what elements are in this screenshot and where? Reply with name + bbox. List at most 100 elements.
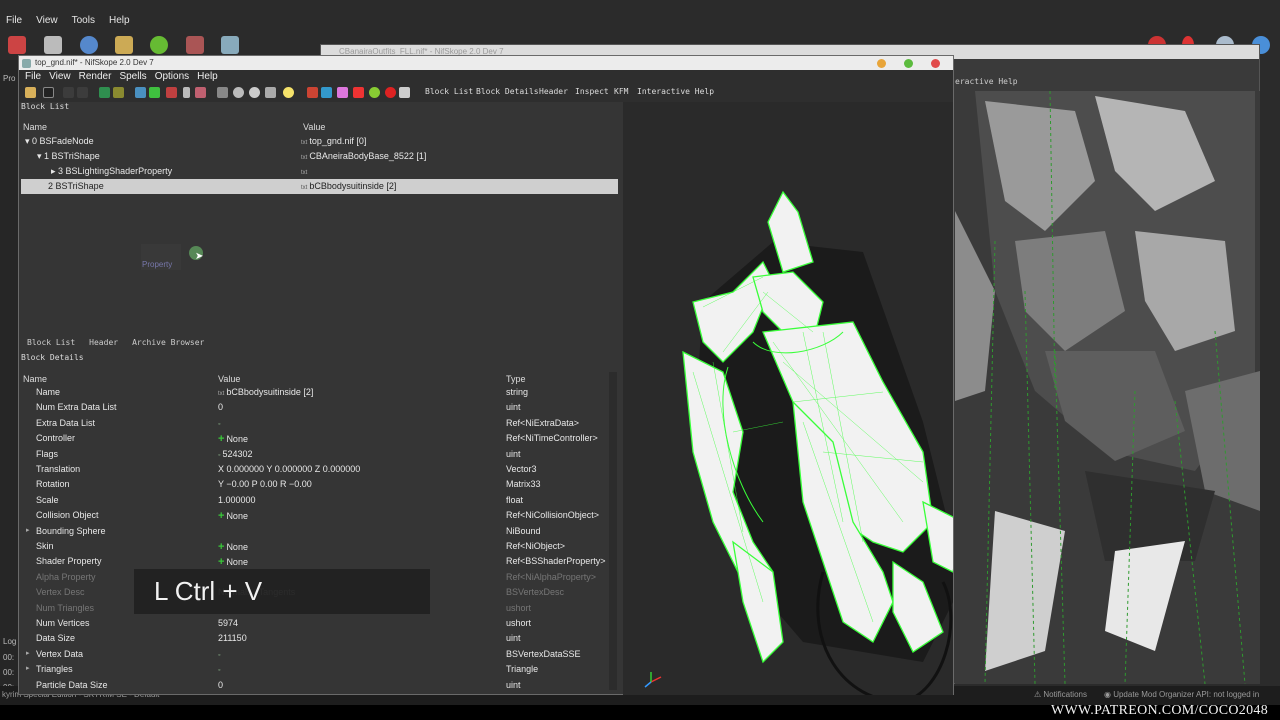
block-list-column-value[interactable]: Value — [303, 122, 325, 132]
toolbar-tab-kfm[interactable]: KFM — [614, 87, 628, 96]
details-column-type[interactable]: Type — [506, 374, 526, 384]
details-row-flags[interactable]: Flags ◦ 524302 uint — [21, 447, 611, 462]
host-menu-file[interactable]: File — [6, 12, 22, 30]
minimize-button[interactable] — [877, 59, 886, 68]
textures-icon[interactable] — [307, 87, 318, 98]
dock-tab-header[interactable]: Header — [89, 336, 118, 350]
window2-interactive-help-tab[interactable]: eractive Help — [955, 77, 1018, 86]
forward-icon[interactable] — [77, 87, 88, 98]
view-side-icon[interactable] — [166, 87, 177, 98]
field-value-cell[interactable]: + None — [218, 556, 248, 568]
view-flip-icon[interactable] — [113, 87, 124, 98]
menu-render[interactable]: Render — [79, 70, 112, 84]
details-row-scale[interactable]: Scale 1.000000 float — [21, 493, 611, 508]
details-column-value[interactable]: Value — [218, 374, 240, 384]
details-row-controller[interactable]: Controller + None Ref<NiTimeController> — [21, 431, 611, 446]
field-value-cell[interactable]: X 0.000000 Y 0.000000 Z 0.000000 — [218, 464, 360, 474]
block-row-bstrishape-2[interactable]: 2 BSTriShape txt bCBbodysuitinside [2] — [21, 179, 618, 194]
show-axes-icon[interactable] — [233, 87, 244, 98]
maximize-button[interactable] — [904, 59, 913, 68]
view-front-icon[interactable] — [149, 87, 160, 98]
glow-icon[interactable] — [369, 87, 380, 98]
back-icon[interactable] — [63, 87, 74, 98]
update-button[interactable]: ◉ Update Mod Organizer — [1104, 690, 1194, 699]
select-mesh-icon[interactable] — [217, 87, 228, 98]
lighting-icon[interactable] — [283, 87, 294, 98]
details-row-bounding-sphere[interactable]: ▸ Bounding Sphere NiBound — [21, 524, 611, 539]
tree-expander[interactable]: ▸ — [26, 649, 30, 657]
block-row-bstrishape-1[interactable]: ▾ 1 BSTriShape txt CBAneiraBodyBase_8522 … — [21, 149, 618, 164]
vertex-colors-icon[interactable] — [337, 87, 348, 98]
field-value-cell[interactable]: 211150 — [218, 633, 247, 643]
field-value-cell[interactable]: + None — [218, 433, 248, 445]
toolbar-tab-interactive-help[interactable]: Interactive Help — [637, 87, 714, 96]
dock-tab-archive-browser[interactable]: Archive Browser — [132, 336, 204, 350]
details-row-rotation[interactable]: Rotation Y −0.00 P 0.00 R −0.00 Matrix33 — [21, 477, 611, 492]
executables-icon[interactable] — [186, 36, 204, 54]
details-row-extra-data-list[interactable]: Extra Data List ◦ Ref<NiExtraData> — [21, 416, 611, 431]
menu-help[interactable]: Help — [197, 70, 218, 84]
specular-icon[interactable] — [353, 87, 364, 98]
field-value-cell[interactable]: ◦ — [218, 418, 222, 428]
field-value-cell[interactable]: + None — [218, 510, 248, 522]
details-row-num-vertices[interactable]: Num Vertices 5974 ushort — [21, 616, 611, 631]
menu-file[interactable]: File — [25, 70, 41, 84]
select-vertex-icon[interactable] — [195, 87, 206, 98]
field-value-cell[interactable]: txt bCBbodysuitinside [2] — [218, 387, 313, 397]
tree-expander[interactable]: ▾ — [37, 151, 42, 161]
toolbar-tab-block-details[interactable]: Block Details — [476, 87, 539, 96]
block-list-column-name[interactable]: Name — [23, 122, 47, 132]
host-menu-tools[interactable]: Tools — [72, 12, 95, 30]
cubemap-icon[interactable] — [385, 87, 396, 98]
field-value-cell[interactable]: 0 — [218, 680, 223, 690]
details-row-collision-object[interactable]: Collision Object + None Ref<NiCollisionObje… — [21, 508, 611, 523]
window2-viewport[interactable] — [955, 91, 1260, 684]
select-object-icon[interactable] — [183, 87, 190, 98]
details-row-triangles[interactable]: ▸ Triangles ◦ Triangle — [21, 662, 611, 677]
field-value-cell[interactable]: 0 — [218, 402, 223, 412]
details-row-num-extra-data-list[interactable]: Num Extra Data List 0 uint — [21, 400, 611, 415]
render-viewport[interactable] — [623, 102, 953, 695]
normals-icon[interactable] — [321, 87, 332, 98]
host-menu-view[interactable]: View — [36, 12, 58, 30]
view-top-icon[interactable] — [135, 87, 146, 98]
toolbar-tab-block-list[interactable]: Block List — [425, 87, 473, 96]
field-value-cell[interactable]: 5974 — [218, 618, 238, 628]
menu-spells[interactable]: Spells — [119, 70, 146, 84]
details-row-skin[interactable]: Skin + None Ref<NiObject> — [21, 539, 611, 554]
tree-expander[interactable]: ▾ — [25, 136, 30, 146]
details-row-name[interactable]: Name txt bCBbodysuitinside [2] string — [21, 385, 611, 400]
details-row-vertex-data[interactable]: ▸ Vertex Data ◦ BSVertexDataSSE — [21, 647, 611, 662]
dock-tab-block-list[interactable]: Block List — [27, 336, 75, 350]
details-scrollbar[interactable] — [609, 372, 617, 690]
block-list-tree[interactable]: Name Value ▾ 0 BSFadeNode txt top_gnd.nif… — [21, 120, 618, 332]
field-value-cell[interactable]: ◦ 524302 — [218, 449, 253, 459]
open-icon[interactable] — [25, 87, 36, 98]
save-icon[interactable] — [43, 87, 54, 98]
host-menu-help[interactable]: Help — [109, 12, 130, 30]
details-row-data-size[interactable]: Data Size 211150 uint — [21, 631, 611, 646]
tree-expander[interactable]: ▸ — [26, 526, 30, 534]
toolbar-tab-inspect[interactable]: Inspect — [575, 87, 609, 96]
details-row-translation[interactable]: Translation X 0.000000 Y 0.000000 Z 0.000… — [21, 462, 611, 477]
tools-icon[interactable] — [221, 36, 239, 54]
field-value-cell[interactable]: + None — [218, 541, 248, 553]
tree-expander[interactable]: ▸ — [51, 166, 56, 176]
block-row-bslightingshaderproperty[interactable]: ▸ 3 BSLightingShaderProperty txt — [21, 164, 618, 179]
settings-icon[interactable] — [150, 36, 168, 54]
tree-expander[interactable]: ▸ — [26, 664, 30, 672]
field-value-cell[interactable]: ◦ — [218, 649, 222, 659]
details-row-shader-property[interactable]: Shader Property + None Ref<BSShaderProperty… — [21, 554, 611, 569]
menu-view[interactable]: View — [49, 70, 71, 84]
ini-editor-icon[interactable] — [115, 36, 133, 54]
browser-icon[interactable] — [80, 36, 98, 54]
notifications-button[interactable]: ⚠ Notifications — [1034, 690, 1087, 699]
field-value-cell[interactable]: ◦ — [218, 664, 222, 674]
archives-icon[interactable] — [44, 36, 62, 54]
details-column-name[interactable]: Name — [23, 374, 47, 384]
close-button[interactable] — [931, 59, 940, 68]
show-hidden-icon[interactable] — [249, 87, 260, 98]
view-walk-icon[interactable] — [99, 87, 110, 98]
field-value-cell[interactable]: Y −0.00 P 0.00 R −0.00 — [218, 479, 312, 489]
visibility-icon[interactable] — [399, 87, 410, 98]
